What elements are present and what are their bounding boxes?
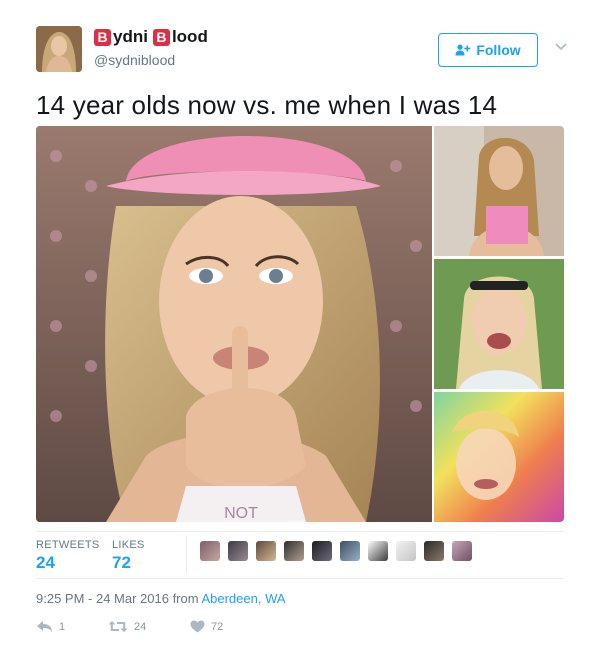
timestamp-time[interactable]: 9:25 PM - 24 Mar 2016 from bbox=[36, 591, 201, 606]
liker-avatar[interactable] bbox=[200, 541, 220, 561]
user-handle[interactable]: @sydniblood bbox=[94, 52, 175, 68]
b-emoji-icon: B bbox=[94, 28, 111, 46]
avatar[interactable] bbox=[36, 26, 82, 72]
retweet-count: 24 bbox=[134, 620, 147, 633]
liker-avatar[interactable] bbox=[368, 541, 388, 561]
likes-count[interactable]: 72 bbox=[112, 553, 131, 573]
liker-avatar[interactable] bbox=[284, 541, 304, 561]
liker-avatar[interactable] bbox=[256, 541, 276, 561]
follow-label: Follow bbox=[476, 42, 521, 58]
main-photo[interactable]: NOT bbox=[36, 126, 432, 522]
tweet-text: 14 year olds now vs. me when I was 14 bbox=[36, 90, 498, 120]
liker-avatar[interactable] bbox=[340, 541, 360, 561]
liker-avatar[interactable] bbox=[452, 541, 472, 561]
liker-avatar[interactable] bbox=[396, 541, 416, 561]
name-part-last: lood bbox=[171, 27, 208, 46]
reply-count: 1 bbox=[59, 620, 66, 633]
heart-icon bbox=[190, 620, 205, 633]
retweets-label: RETWEETS bbox=[36, 539, 100, 551]
divider bbox=[36, 578, 564, 579]
shirt-text: NOT bbox=[224, 505, 258, 522]
retweet-icon bbox=[108, 621, 128, 632]
side-photo-2[interactable] bbox=[434, 259, 564, 389]
liker-avatar[interactable] bbox=[228, 541, 248, 561]
retweets-count[interactable]: 24 bbox=[36, 553, 55, 573]
location-link[interactable]: Aberdeen, WA bbox=[201, 591, 285, 606]
retweet-action[interactable]: 24 bbox=[108, 620, 146, 633]
side-photo-1[interactable] bbox=[434, 126, 564, 256]
liker-avatar[interactable] bbox=[424, 541, 444, 561]
likes-label: LIKES bbox=[112, 539, 145, 551]
liker-avatar[interactable] bbox=[312, 541, 332, 561]
chevron-down-icon[interactable] bbox=[554, 42, 568, 52]
divider bbox=[36, 531, 564, 532]
liker-avatars bbox=[200, 541, 472, 561]
display-name[interactable]: B ydni B lood bbox=[94, 27, 208, 47]
like-action[interactable]: 72 bbox=[190, 620, 223, 633]
b-emoji-icon: B bbox=[152, 28, 170, 46]
reply-icon bbox=[37, 621, 52, 632]
timestamp: 9:25 PM - 24 Mar 2016 from Aberdeen, WA bbox=[36, 591, 286, 606]
reply-action[interactable]: 1 bbox=[36, 620, 65, 633]
follow-button[interactable]: Follow bbox=[438, 33, 538, 67]
media-grid: NOT bbox=[36, 126, 564, 522]
like-count: 72 bbox=[211, 620, 224, 633]
side-photo-3[interactable] bbox=[434, 392, 564, 522]
add-user-icon bbox=[455, 44, 471, 56]
tweet-card: B ydni B lood @sydniblood Follow 14 year… bbox=[0, 0, 600, 663]
name-part-first: ydni bbox=[113, 27, 148, 46]
divider bbox=[186, 537, 187, 573]
